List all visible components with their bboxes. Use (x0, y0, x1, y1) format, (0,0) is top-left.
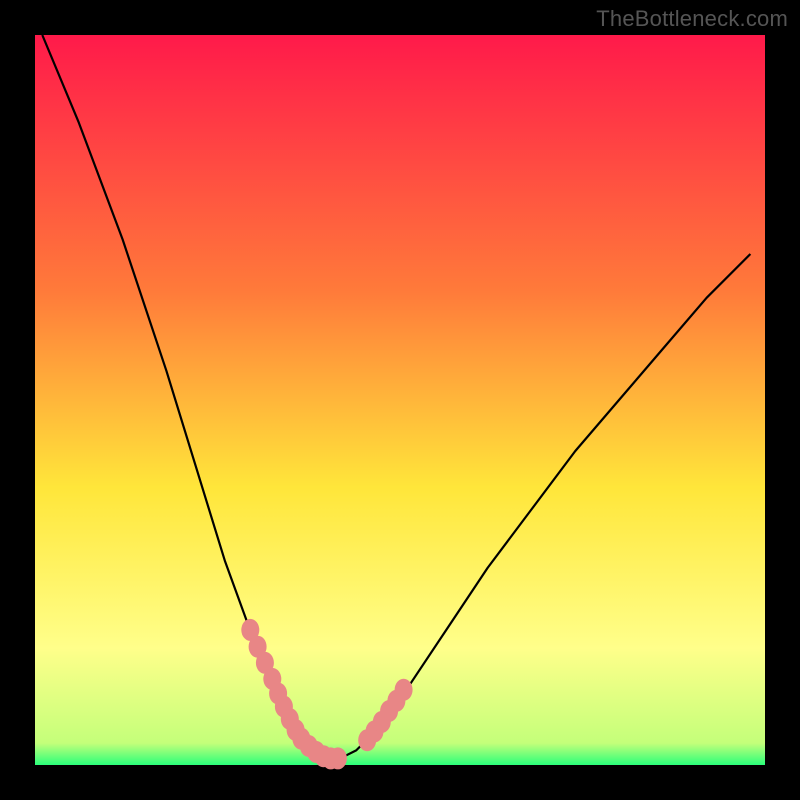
bottleneck-chart (0, 0, 800, 800)
chart-frame: { "watermark": "TheBottleneck.com", "col… (0, 0, 800, 800)
watermark-text: TheBottleneck.com (596, 6, 788, 32)
curve-marker (395, 679, 413, 701)
curve-marker (329, 747, 347, 769)
plot-background (35, 35, 765, 765)
